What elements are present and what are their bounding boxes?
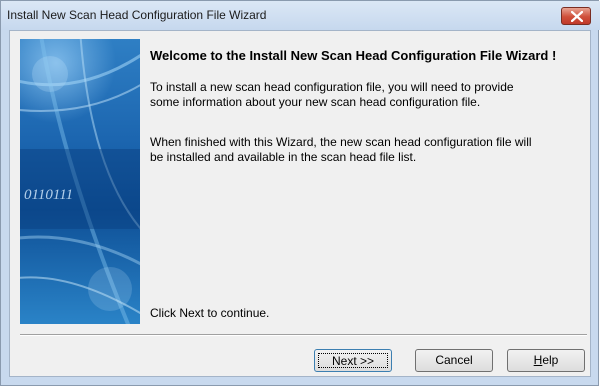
cancel-button[interactable]: Cancel xyxy=(415,349,493,372)
help-button[interactable]: Help xyxy=(507,349,585,372)
intro-line-1: To install a new scan head configuration… xyxy=(150,80,514,94)
finish-line-1: When finished with this Wizard, the new … xyxy=(150,135,532,149)
finish-paragraph: When finished with this Wizard, the new … xyxy=(150,135,532,165)
window-title: Install New Scan Head Configuration File… xyxy=(7,8,267,22)
wizard-banner-image: 0110111 xyxy=(20,39,140,324)
continue-instruction: Click Next to continue. xyxy=(150,306,270,320)
intro-line-2: some information about your new scan hea… xyxy=(150,95,481,109)
close-button[interactable] xyxy=(561,7,591,25)
next-button-label: Next >> xyxy=(318,353,388,368)
help-label-rest: elp xyxy=(542,353,559,367)
next-button[interactable]: Next >> xyxy=(314,349,392,372)
wizard-heading: Welcome to the Install New Scan Head Con… xyxy=(150,48,557,63)
button-separator xyxy=(20,334,587,336)
wizard-window: Install New Scan Head Configuration File… xyxy=(0,0,600,386)
title-bar[interactable]: Install New Scan Head Configuration File… xyxy=(1,1,600,30)
finish-line-2: be installed and available in the scan h… xyxy=(150,150,417,164)
wizard-client-area: 0110111 Welcome to the Install New Scan … xyxy=(9,30,591,377)
close-icon xyxy=(571,11,583,22)
banner-binary-text: 0110111 xyxy=(24,187,73,203)
intro-paragraph: To install a new scan head configuration… xyxy=(150,80,514,110)
